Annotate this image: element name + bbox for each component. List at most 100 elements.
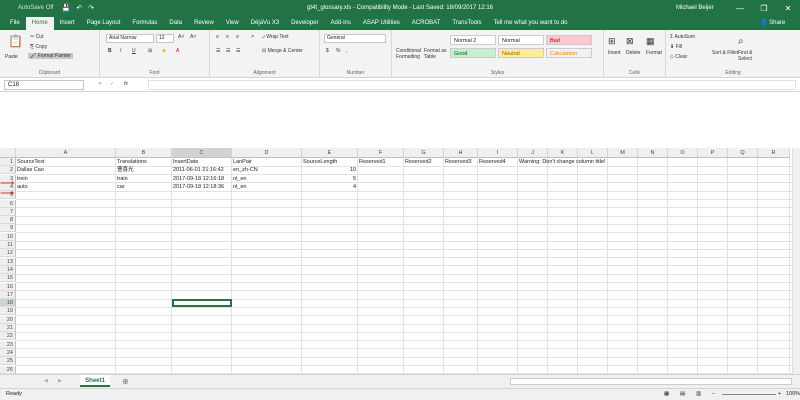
- cell-d2[interactable]: en_zh-CN: [232, 166, 302, 174]
- cell-c1[interactable]: InsertDate: [172, 158, 232, 166]
- cell-a1[interactable]: SourceText: [16, 158, 116, 166]
- style-normal[interactable]: Normal: [498, 35, 544, 45]
- bold-button[interactable]: B: [108, 48, 112, 54]
- formula-input[interactable]: [148, 80, 796, 90]
- paste-icon[interactable]: 📋: [8, 34, 23, 48]
- tab-home[interactable]: Home: [25, 17, 54, 30]
- cell-i1[interactable]: Reserved4: [478, 158, 518, 166]
- column-header-f[interactable]: F: [358, 148, 404, 158]
- orientation-icon[interactable]: ↗: [250, 34, 254, 40]
- font-color-icon[interactable]: A: [176, 48, 179, 54]
- tab-asap-utilities[interactable]: ASAP Utilities: [357, 16, 406, 30]
- number-format-select[interactable]: General: [324, 34, 386, 43]
- cell-e4[interactable]: 4: [302, 183, 358, 191]
- row-header[interactable]: 16: [0, 282, 16, 291]
- row-header[interactable]: 9: [0, 224, 16, 233]
- column-header-n[interactable]: N: [638, 148, 668, 158]
- row-header[interactable]: 6: [0, 199, 16, 208]
- row-header[interactable]: 12: [0, 249, 16, 258]
- user-name[interactable]: Michael Beijer: [676, 5, 714, 11]
- cell-b2[interactable]: 曹喜光: [116, 166, 172, 174]
- row-header[interactable]: 7: [0, 207, 16, 216]
- next-sheet-icon[interactable]: ▶: [58, 378, 62, 384]
- close-button[interactable]: ✕: [776, 0, 800, 16]
- row-header[interactable]: 2: [0, 166, 16, 175]
- style-neutral[interactable]: Neutral: [498, 48, 544, 58]
- cell-d4[interactable]: nl_en: [232, 183, 302, 191]
- enter-icon[interactable]: ✓: [110, 81, 114, 87]
- tab-tell-me-what-you-want-to-do[interactable]: Tell me what you want to do: [487, 16, 573, 30]
- row-header[interactable]: 19: [0, 307, 16, 316]
- cell-c2[interactable]: 2011-06-01 21:16:42: [172, 166, 232, 174]
- row-header[interactable]: 15: [0, 274, 16, 283]
- zoom-out-icon[interactable]: −: [712, 389, 715, 400]
- cell-a4[interactable]: auto: [16, 183, 116, 191]
- italic-button[interactable]: I: [120, 48, 121, 54]
- find-select-button[interactable]: Find & Select: [738, 50, 764, 62]
- share-button[interactable]: 👤 Share: [760, 19, 785, 26]
- column-header-b[interactable]: B: [116, 148, 172, 158]
- style-bad[interactable]: Bad: [546, 35, 592, 45]
- autosave-toggle[interactable]: AutoSave Off: [18, 5, 54, 11]
- column-header-r[interactable]: R: [758, 148, 790, 158]
- column-header-h[interactable]: H: [444, 148, 478, 158]
- tab-insert[interactable]: Insert: [54, 16, 81, 30]
- cell-f1[interactable]: Reserved1: [358, 158, 404, 166]
- cell-b1[interactable]: Translations: [116, 158, 172, 166]
- tab-view[interactable]: View: [220, 16, 245, 30]
- spreadsheet-grid[interactable]: A B C D E F G H I J K L M N O P Q R 1 2 3 4 5 6 7 8 9 10 11 12 13 14 15 1…: [0, 148, 800, 375]
- autosum-button[interactable]: Σ AutoSum: [670, 34, 695, 40]
- name-box[interactable]: C18: [4, 80, 84, 90]
- sheet-tab-sheet1[interactable]: Sheet1: [80, 375, 110, 387]
- zoom-slider[interactable]: [722, 394, 776, 395]
- add-sheet-icon[interactable]: ⊕: [122, 377, 129, 386]
- align-right-icon[interactable]: ☰: [236, 48, 240, 54]
- delete-cells-button[interactable]: Delete: [626, 50, 640, 56]
- paste-button[interactable]: Paste: [5, 54, 18, 60]
- column-header-a[interactable]: A: [16, 148, 116, 158]
- row-header[interactable]: 22: [0, 332, 16, 341]
- column-header-g[interactable]: G: [404, 148, 444, 158]
- align-left-icon[interactable]: ☰: [216, 48, 220, 54]
- select-all-corner[interactable]: [0, 148, 16, 158]
- delete-cells-icon[interactable]: ⊠: [626, 36, 634, 47]
- cell-a3[interactable]: trein: [16, 175, 116, 183]
- currency-icon[interactable]: $: [326, 48, 329, 54]
- copy-button[interactable]: ⎘ Copy: [30, 44, 47, 50]
- minimize-button[interactable]: —: [728, 0, 752, 16]
- selected-cell-c18[interactable]: [172, 299, 232, 308]
- row-header[interactable]: 11: [0, 241, 16, 249]
- cell-e1[interactable]: SourceLength: [302, 158, 358, 166]
- cell-c3[interactable]: 2017-09-18 12:16:18: [172, 175, 232, 183]
- shrink-font-icon[interactable]: A˅: [190, 34, 196, 40]
- column-header-k[interactable]: K: [548, 148, 578, 158]
- clear-button[interactable]: ◇ Clear: [670, 54, 687, 60]
- cell-j1[interactable]: Warning: Don't change column title!: [518, 158, 605, 166]
- tab-review[interactable]: Review: [188, 16, 220, 30]
- row-header[interactable]: 21: [0, 324, 16, 332]
- align-center-icon[interactable]: ☰: [226, 48, 230, 54]
- cell-d3[interactable]: nl_en: [232, 175, 302, 183]
- cell-d1[interactable]: LanPair: [232, 158, 302, 166]
- comma-icon[interactable]: ,: [346, 48, 347, 54]
- fill-color-icon[interactable]: ◆: [162, 48, 166, 54]
- row-header[interactable]: 14: [0, 265, 16, 274]
- wrap-text-button[interactable]: ⤶ Wrap Text: [262, 34, 289, 40]
- fill-button[interactable]: ⬇ Fill: [670, 44, 682, 50]
- row-header[interactable]: 25: [0, 357, 16, 366]
- align-bottom-icon[interactable]: ≡: [236, 34, 239, 40]
- tab-transtools[interactable]: TransTools: [446, 16, 487, 30]
- tab-acrobat[interactable]: ACROBAT: [406, 16, 447, 30]
- redo-icon[interactable]: ↷: [88, 4, 94, 12]
- column-header-c[interactable]: C: [172, 148, 232, 158]
- column-header-d[interactable]: D: [232, 148, 302, 158]
- cell-a2[interactable]: Dallas Cao: [16, 166, 116, 174]
- column-header-p[interactable]: P: [698, 148, 728, 158]
- page-break-icon[interactable]: ▥: [696, 389, 701, 400]
- percent-icon[interactable]: %: [336, 48, 340, 54]
- row-header[interactable]: 23: [0, 340, 16, 349]
- column-header-m[interactable]: M: [608, 148, 638, 158]
- normal-view-icon[interactable]: ▦: [664, 389, 669, 400]
- format-cells-icon[interactable]: ▦: [646, 36, 655, 47]
- insert-function-icon[interactable]: fx: [124, 81, 128, 87]
